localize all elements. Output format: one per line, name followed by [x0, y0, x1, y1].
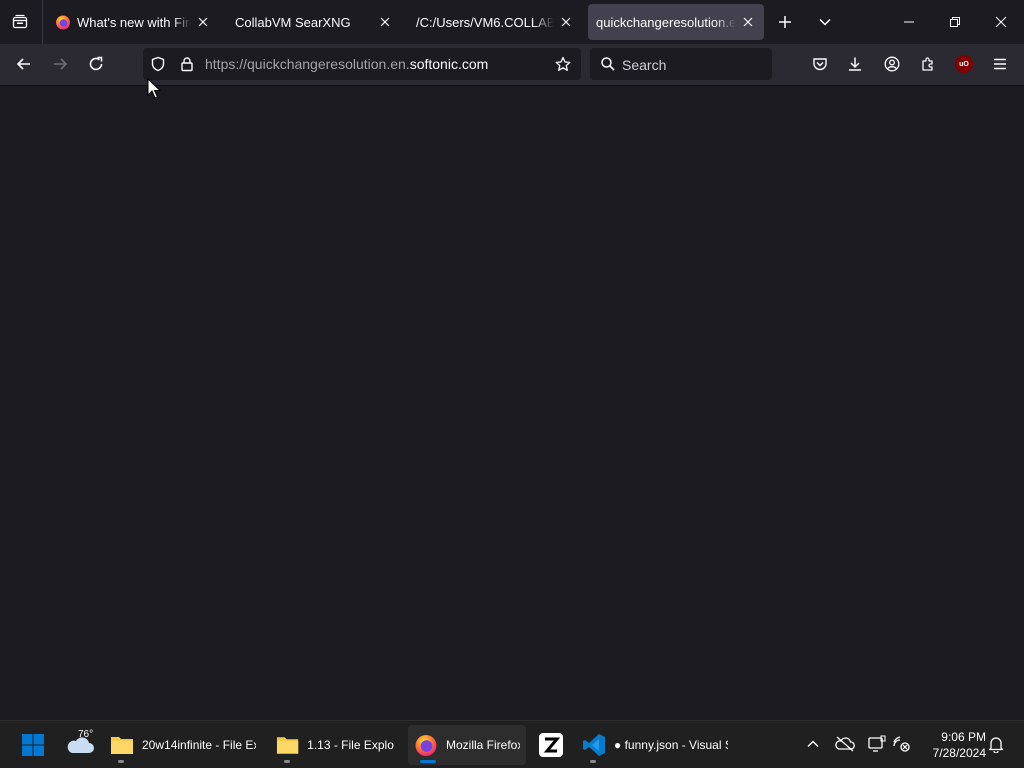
taskbar-firefox[interactable]: Mozilla Firefox — [408, 725, 526, 765]
taskbar-item-label: 1.13 - File Explorer — [307, 738, 394, 752]
pocket-button[interactable] — [806, 50, 834, 78]
tab-title: quickchangeresolution.en.softonic.com — [596, 14, 736, 30]
ublock-badge: uO — [959, 60, 969, 68]
tab-local-file[interactable]: /C:/Users/VM6.COLLABNET — [408, 4, 582, 40]
lock-icon[interactable] — [179, 56, 195, 77]
taskbar-file-explorer-1-13[interactable]: 1.13 - File Explorer — [270, 725, 400, 765]
tab-title: CollabVM SearXNG — [235, 14, 351, 30]
taskbar-vscode[interactable]: ● funny.json - Visual Studio Code — [576, 725, 736, 765]
bookmark-star-icon[interactable] — [555, 56, 571, 77]
chevron-down-icon — [819, 18, 831, 26]
onedrive-offline-icon[interactable] — [834, 733, 856, 755]
page-content[interactable] — [0, 86, 1024, 720]
tab-strip-divider — [42, 0, 43, 44]
close-tab-icon[interactable] — [195, 14, 211, 30]
plus-icon — [779, 16, 791, 28]
vscode-icon — [583, 734, 605, 756]
firefox-icon — [56, 15, 70, 30]
weather-temp: 76° — [78, 729, 94, 740]
reload-icon — [89, 56, 103, 71]
ublock-origin-icon[interactable]: uO — [955, 55, 973, 73]
tab-title: What's new with Firefox — [77, 14, 191, 30]
weather-widget[interactable]: 76° — [58, 725, 102, 765]
close-tab-icon[interactable] — [377, 14, 393, 30]
windows-taskbar: 76° 20w14infinite - File Explorer 1.13 -… — [0, 720, 1024, 768]
close-tab-icon[interactable] — [740, 14, 756, 30]
chevron-up-icon — [807, 740, 819, 747]
tab-strip: What's new with Firefox CollabVM SearXNG… — [0, 0, 1024, 44]
arrow-right-icon — [54, 58, 68, 70]
zed-icon — [539, 733, 563, 757]
account-button[interactable] — [878, 50, 906, 78]
firefox-icon — [415, 735, 437, 756]
tab-quickchangeresolution[interactable]: quickchangeresolution.en.softonic.com — [588, 4, 764, 40]
address-bar[interactable]: https://quickchangeresolution.en.softoni… — [143, 48, 581, 80]
new-tab-button[interactable] — [771, 8, 799, 36]
tracking-protection-icon[interactable] — [150, 56, 166, 77]
mouse-cursor-icon — [147, 78, 161, 99]
tab-title: /C:/Users/VM6.COLLABNET — [416, 14, 554, 30]
network-disconnected-icon[interactable] — [891, 733, 913, 755]
clock-date: 7/28/2024 — [932, 746, 986, 760]
show-hidden-icons-button[interactable] — [802, 733, 824, 755]
taskbar-item-label: ● funny.json - Visual Studio Code — [614, 738, 728, 752]
back-button[interactable] — [10, 50, 38, 78]
close-window-button[interactable] — [978, 0, 1024, 44]
app-menu-button[interactable] — [986, 50, 1014, 78]
clock-time: 9:06 PM — [941, 730, 986, 744]
pocket-icon — [813, 58, 827, 71]
close-tab-icon[interactable] — [558, 14, 574, 30]
running-indicator — [590, 760, 596, 763]
close-icon — [995, 16, 1007, 28]
system-clock[interactable]: 9:06 PM 7/28/2024 — [916, 729, 986, 761]
windows-logo-icon — [22, 734, 44, 756]
url-domain: softonic.com — [409, 56, 489, 72]
extensions-button[interactable] — [914, 50, 942, 78]
puzzle-icon — [922, 57, 933, 71]
minimize-button[interactable] — [886, 0, 932, 44]
minimize-icon — [904, 21, 914, 23]
list-all-tabs-button[interactable] — [811, 8, 839, 36]
reload-button[interactable] — [82, 50, 110, 78]
url-prefix: https://quickchangeresolution.en. — [205, 56, 410, 72]
taskbar-zed[interactable] — [532, 725, 570, 765]
url-text: https://quickchangeresolution.en.softoni… — [205, 56, 488, 72]
taskbar-item-label: Mozilla Firefox — [446, 738, 520, 752]
restore-button[interactable] — [932, 0, 978, 44]
downloads-button[interactable] — [841, 50, 869, 78]
account-icon — [884, 56, 900, 72]
hamburger-menu-icon — [994, 58, 1006, 70]
taskbar-item-label: 20w14infinite - File Explorer — [142, 738, 256, 752]
arrow-left-icon — [16, 58, 30, 70]
folder-icon — [111, 737, 133, 754]
download-icon — [849, 57, 861, 71]
search-placeholder: Search — [622, 57, 667, 73]
restore-icon — [950, 17, 960, 27]
tab-whats-new[interactable]: What's new with Firefox — [47, 4, 219, 40]
running-indicator — [118, 760, 124, 763]
forward-button[interactable] — [46, 50, 74, 78]
start-button[interactable] — [14, 725, 52, 765]
search-icon — [600, 56, 616, 77]
search-bar[interactable]: Search — [590, 48, 772, 80]
taskbar-file-explorer-20w14infinite[interactable]: 20w14infinite - File Explorer — [104, 725, 264, 765]
active-indicator — [420, 760, 436, 763]
folder-icon — [276, 737, 299, 754]
tab-collabvm-searxng[interactable]: CollabVM SearXNG — [227, 4, 401, 40]
firefox-view-button[interactable] — [6, 8, 34, 36]
running-indicator — [284, 760, 290, 763]
display-icon[interactable] — [866, 733, 888, 755]
firefox-view-icon — [12, 14, 28, 29]
notifications-button[interactable] — [985, 733, 1007, 755]
bell-icon — [988, 737, 1004, 753]
